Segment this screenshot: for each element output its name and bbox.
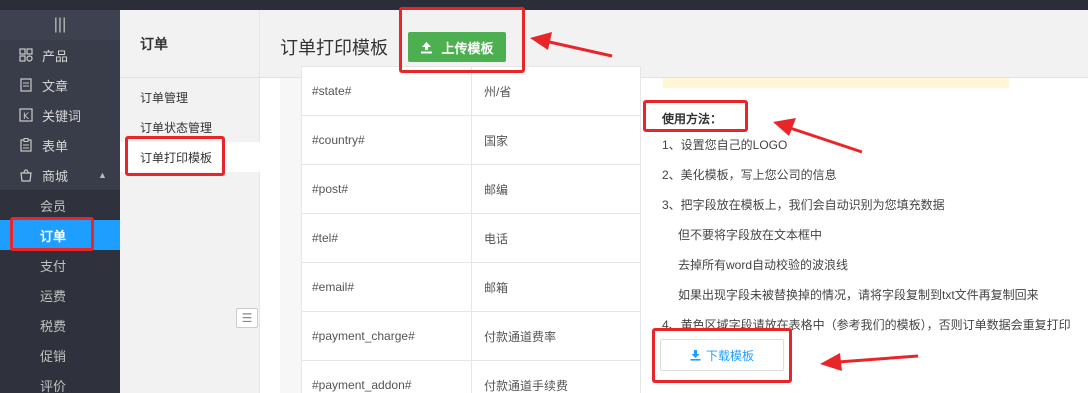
top-bar xyxy=(0,0,1088,10)
sidebar-item-label: 产品 xyxy=(42,48,69,64)
instruction-line: 1、设置您自己的LOGO xyxy=(662,138,788,152)
annotation-box-upload xyxy=(399,7,525,73)
subnav-item-order-management[interactable]: 订单管理 xyxy=(120,82,259,112)
table-row: #state# 州/省 xyxy=(301,66,641,116)
shop-icon xyxy=(18,167,34,183)
keyword-icon: K xyxy=(18,107,34,123)
table-row: #post# 邮编 xyxy=(301,164,641,214)
instruction-line: 但不要将字段放在文本框中 xyxy=(678,228,823,242)
sidebar-sub-promotion[interactable]: 促销 xyxy=(0,340,120,370)
sidebar-sub-reviews[interactable]: 评价 xyxy=(0,370,120,393)
annotation-box-download xyxy=(652,328,792,383)
field-code-cell: #state# xyxy=(301,66,472,116)
sidebar-item-forms[interactable]: 表单 xyxy=(0,130,120,160)
sidebar-sub-payment[interactable]: 支付 xyxy=(0,250,120,280)
field-description-cell: 国家 xyxy=(471,115,641,165)
table-row: #email# 邮箱 xyxy=(301,262,641,312)
annotation-arrowhead xyxy=(820,353,842,371)
collapse-list-icon[interactable]: ☰ xyxy=(236,308,258,328)
instruction-line: 3、把字段放在模板上，我们会自动识别为您填充数据 xyxy=(662,198,945,212)
field-description-cell: 付款通道手续费 xyxy=(471,360,641,393)
document-icon xyxy=(18,77,34,93)
sidebar-sub-members[interactable]: 会员 xyxy=(0,190,120,220)
secondary-nav: 订单 订单管理 订单状态管理 订单打印模板 ☰ xyxy=(120,10,260,393)
annotation-box-orders xyxy=(10,217,94,251)
table-row: #tel# 电话 xyxy=(301,213,641,263)
sidebar-item-label: 文章 xyxy=(42,78,69,94)
field-description-cell: 付款通道费率 xyxy=(471,311,641,361)
grid-icon xyxy=(18,47,34,63)
table-row: #country# 国家 xyxy=(301,115,641,165)
sidebar-item-label: 商城 xyxy=(42,168,69,184)
instruction-line: 2、美化模板，写上您公司的信息 xyxy=(662,168,837,182)
field-table: #state# 州/省 #country# 国家 #post# 邮编 #tel# 电话 #ema… xyxy=(301,66,641,393)
field-description-cell: 州/省 xyxy=(471,66,641,116)
field-description-cell: 邮箱 xyxy=(471,262,641,312)
sidebar-item-label: 关键词 xyxy=(42,108,82,124)
form-icon xyxy=(18,137,34,153)
main-sidebar: ||| 产品 文章 K 关键词 表单 商城 ▲ 会员 订单 支付 运费 税费 促… xyxy=(0,10,120,393)
annotation-box-instructions-title xyxy=(643,100,748,132)
sidebar-item-keywords[interactable]: K 关键词 xyxy=(0,100,120,130)
caret-up-icon: ▲ xyxy=(98,170,107,180)
table-row: #payment_charge# 付款通道费率 xyxy=(301,311,641,361)
field-code-cell: #payment_addon# xyxy=(301,360,472,393)
sidebar-item-articles[interactable]: 文章 xyxy=(0,70,120,100)
template-preview-strip xyxy=(663,78,1009,88)
field-code-cell: #payment_charge# xyxy=(301,311,472,361)
subnav-title: 订单 xyxy=(120,10,259,78)
annotation-arrow xyxy=(837,354,919,364)
field-description-cell: 电话 xyxy=(471,213,641,263)
field-code-cell: #country# xyxy=(301,115,472,165)
sidebar-sub-tax[interactable]: 税费 xyxy=(0,310,120,340)
annotation-box-print-template xyxy=(125,136,225,176)
field-description-cell: 邮编 xyxy=(471,164,641,214)
field-code-cell: #post# xyxy=(301,164,472,214)
sidebar-item-shop[interactable]: 商城 ▲ xyxy=(0,160,120,190)
instruction-line: 如果出现字段未被替换掉的情况，请将字段复制到txt文件再复制回来 xyxy=(678,288,1039,302)
instruction-line: 去掉所有word自动校验的波浪线 xyxy=(678,258,849,272)
sidebar-item-label: 表单 xyxy=(42,138,69,154)
page-title: 订单打印模板 xyxy=(280,38,388,58)
menu-toggle-icon[interactable]: ||| xyxy=(0,10,120,40)
sidebar-item-products[interactable]: 产品 xyxy=(0,40,120,70)
table-row: #payment_addon# 付款通道手续费 xyxy=(301,360,641,393)
field-code-cell: #email# xyxy=(301,262,472,312)
sidebar-sub-shipping[interactable]: 运费 xyxy=(0,280,120,310)
field-code-cell: #tel# xyxy=(301,213,472,263)
usage-instructions: 使用方法： 1、设置您自己的LOGO 2、美化模板，写上您公司的信息 3、把字段… xyxy=(662,110,1082,340)
